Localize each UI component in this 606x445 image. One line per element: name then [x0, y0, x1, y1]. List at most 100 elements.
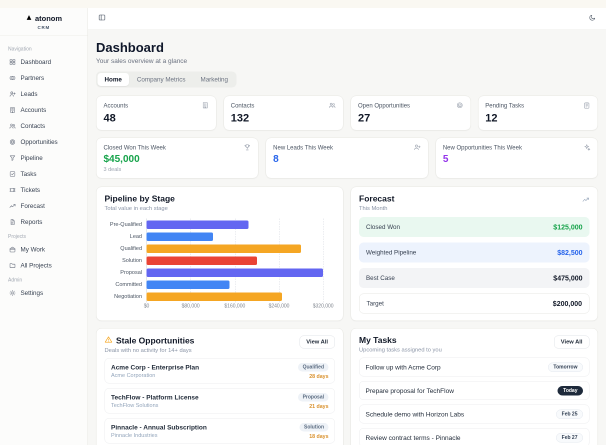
sidebar-item-settings[interactable]: Settings	[5, 286, 83, 300]
task-item[interactable]: Follow up with Acme Corp Tomorrow	[359, 357, 590, 377]
task-item[interactable]: Review contract terms - Pinnacle Feb 27	[359, 428, 590, 445]
stat-label: New Leads This Week	[273, 143, 333, 151]
trophy-icon	[244, 144, 251, 151]
task-name: Follow up with Acme Corp	[365, 363, 441, 371]
sidebar-item-my-work[interactable]: My Work	[5, 243, 83, 257]
theme-toggle-button[interactable]	[589, 14, 597, 24]
chart-category-label: Lead	[129, 233, 142, 240]
tab-marketing[interactable]: Marketing	[193, 73, 234, 86]
sidebar-item-leads[interactable]: Leads	[5, 87, 83, 101]
chart-plot-area: $0 $80,000 $160,000 $240,000 $320,000	[144, 218, 336, 312]
stat-card-new-opportunities-this-week: New Opportunities This Week 5	[435, 137, 598, 179]
sidebar-item-partners[interactable]: Partners	[5, 71, 83, 85]
forecast-row-value: $200,000	[552, 299, 582, 308]
task-name: Review contract terms - Pinnacle	[365, 433, 461, 442]
sidebar-item-all-projects[interactable]: All Projects	[5, 259, 83, 273]
stale-panel-title: Stale Opportunities	[116, 335, 195, 346]
chart-bar-negotiation	[146, 292, 282, 301]
target-icon	[456, 102, 463, 109]
chart-bar-pre-qualified	[146, 220, 249, 229]
chart-bar-row	[146, 279, 333, 291]
funnel-icon	[9, 155, 16, 161]
chart-x-tick-label: $80,000	[181, 303, 200, 310]
user-plus-icon	[9, 91, 16, 97]
sidebar-item-contacts[interactable]: Contacts	[5, 119, 83, 133]
forecast-row-closed-won: Closed Won $125,000	[359, 217, 590, 237]
app-logo-icon	[25, 14, 32, 24]
forecast-row-label: Target	[366, 300, 384, 307]
sidebar-item-tasks[interactable]: Tasks	[5, 167, 83, 181]
forecast-panel-title: Forecast	[359, 194, 395, 204]
stat-value: 8	[273, 153, 279, 165]
stat-value: 48	[103, 111, 116, 125]
tab-home[interactable]: Home	[97, 73, 129, 86]
chart-category-label: Negotiation	[114, 293, 142, 300]
pipeline-by-stage-panel: Pipeline by Stage Total value in each st…	[96, 186, 344, 321]
forecast-row-label: Best Case	[366, 274, 395, 282]
weekly-stats-row: Closed Won This Week $45,000 3 deals New Le…	[96, 137, 598, 179]
deal-name: TechFlow - Platform License	[111, 393, 199, 401]
target-icon	[9, 139, 16, 145]
stage-badge: Proposal	[298, 393, 329, 402]
sidebar-toggle-button[interactable]	[98, 14, 106, 25]
tab-company-metrics[interactable]: Company Metrics	[130, 73, 193, 86]
chart-bar-row	[146, 243, 333, 255]
chart-category-axis: Pre-Qualified Lead Qualified Solution Propos…	[105, 219, 147, 312]
stale-opportunity-item[interactable]: Acme Corp - Enterprise Plan Acme Corporat…	[104, 358, 335, 384]
chart-x-axis: $0 $80,000 $160,000 $240,000 $320,000	[144, 303, 334, 312]
task-name: Schedule demo with Horizon Labs	[365, 410, 465, 418]
users-icon	[9, 123, 16, 129]
gear-icon	[9, 290, 16, 296]
sidebar-item-reports[interactable]: Reports	[5, 215, 83, 229]
chart-x-tick-label: $160,000	[224, 303, 246, 310]
sidebar-item-forecast[interactable]: Forecast	[5, 199, 83, 213]
page-subtitle: Your sales overview at a glance	[96, 57, 188, 65]
sidebar-item-tickets[interactable]: Tickets	[5, 183, 83, 197]
stat-value: 132	[230, 111, 250, 125]
sidebar-item-label: Partners	[20, 74, 45, 82]
sparkles-icon	[584, 144, 591, 151]
stat-value: $45,000	[103, 153, 140, 165]
sidebar-item-pipeline[interactable]: Pipeline	[5, 151, 83, 165]
sidebar-item-opportunities[interactable]: Opportunities	[5, 135, 83, 149]
sidebar-item-dashboard[interactable]: Dashboard	[5, 55, 83, 69]
stage-badge: Qualified	[298, 363, 329, 372]
clipboard-icon	[584, 102, 590, 109]
stale-opportunity-item[interactable]: TechFlow - Platform License TechFlow Solu…	[104, 388, 335, 414]
sidebar-item-accounts[interactable]: Accounts	[5, 103, 83, 117]
tasks-panel-subtitle: Upcoming tasks assigned to you	[359, 347, 442, 353]
chart-bar-committed	[146, 280, 230, 289]
page-title: Dashboard	[96, 40, 164, 55]
my-tasks-list: Follow up with Acme Corp Tomorrow Prepare …	[359, 357, 590, 445]
task-item[interactable]: Schedule demo with Horizon Labs Feb 25	[359, 404, 590, 424]
brand-name: atonom	[34, 14, 63, 24]
stat-value: 5	[442, 153, 449, 165]
app-frame: atonom CRM Navigation Dashboard Partners Le…	[0, 8, 606, 445]
briefcase-icon	[9, 246, 16, 253]
view-all-stale-button[interactable]: View All	[299, 335, 335, 349]
stale-opportunity-item[interactable]: Pinnacle - Annual Subscription Pinnacle I…	[104, 418, 335, 444]
sidebar-nav: Navigation Dashboard Partners Leads Accounts…	[0, 36, 88, 309]
sidebar-item-label: Dashboard	[20, 58, 52, 66]
stat-label: Closed Won This Week	[103, 143, 166, 151]
chart-bar-qualified	[146, 244, 302, 253]
stat-label: Pending Tasks	[485, 101, 525, 109]
forecast-panel-subtitle: This Month	[359, 205, 388, 212]
chart-bar-lead	[146, 232, 213, 241]
stat-label: Accounts	[103, 101, 129, 109]
task-item[interactable]: Prepare proposal for TechFlow Today	[359, 381, 590, 400]
stat-subtext: 3 deals	[103, 166, 122, 173]
nav-section-label-navigation: Navigation	[8, 46, 32, 53]
app-logo[interactable]: atonom CRM	[0, 8, 88, 36]
pipeline-panel-title: Pipeline by Stage	[104, 194, 175, 204]
logo-icon	[26, 15, 32, 20]
dashboard-content: Dashboard Your sales overview at a glanc…	[88, 30, 606, 445]
users-icon	[329, 102, 336, 108]
forecast-row-label: Closed Won	[366, 223, 400, 231]
middle-panels-row: Pipeline by Stage Total value in each st…	[96, 186, 598, 321]
view-all-tasks-button[interactable]: View All	[553, 335, 590, 349]
chart-category-label: Qualified	[120, 245, 142, 252]
trending-up-icon	[582, 194, 590, 206]
forecast-row-value: $475,000	[553, 274, 583, 282]
tasks-panel-title: My Tasks	[359, 335, 397, 346]
